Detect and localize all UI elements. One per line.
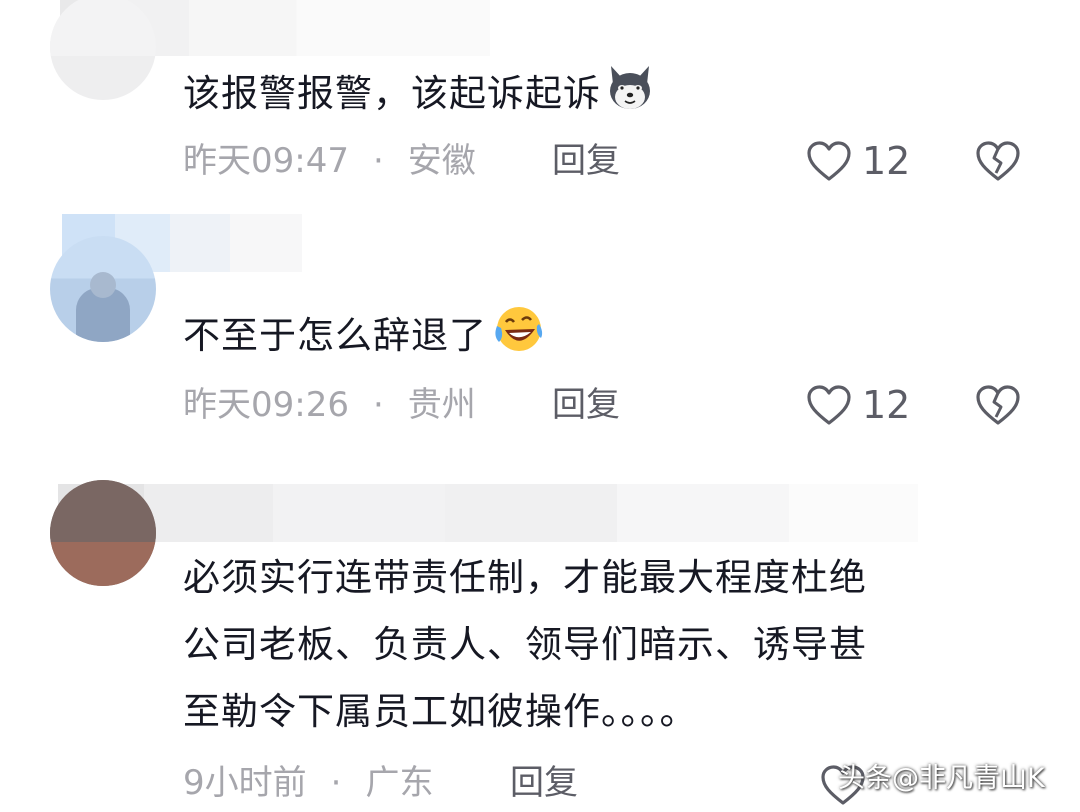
reply-button[interactable]: 回复 [552,380,620,430]
comment-meta: 昨天09:47 · 安徽 [183,136,476,186]
laughing-crying-emoji [491,304,545,375]
dislike-button[interactable] [975,384,1021,430]
watermark: 头条@非凡青山K [838,763,1045,794]
comment-item: 不至于怎么辞退了 昨天09:26 · 贵州 回复 12 [0,210,1080,450]
comment-text-line: 至勒令下属员工如彼操作。。。。 [183,690,698,733]
comment-text: 必须实行连带责任制，才能最大程度杜绝 公司老板、负责人、领导们暗示、诱导甚 至勒… [183,544,1023,745]
avatar[interactable] [50,480,156,586]
heart-outline-icon [806,140,852,182]
heart-outline-icon [806,384,852,426]
meta-separator: · [330,763,342,803]
comment-text: 该报警报警，该起诉起诉 [183,60,1023,133]
comment-text-line: 必须实行连带责任制，才能最大程度杜绝 [183,556,867,599]
comment-location: 安徽 [407,141,476,181]
comment-time: 昨天09:26 [183,385,349,425]
avatar[interactable] [50,236,156,342]
comment-meta: 昨天09:26 · 贵州 [183,380,476,430]
reply-button[interactable]: 回复 [510,758,578,808]
avatar[interactable] [50,0,156,100]
like-button[interactable]: 12 [806,380,910,430]
comment-item: 该报警报警，该起诉起诉 昨天09:47 · 安徽 回复 12 [0,0,1080,200]
meta-separator: · [372,385,384,425]
comment-location: 贵州 [407,385,476,425]
broken-heart-icon [975,385,1021,430]
broken-heart-icon [975,141,1021,186]
reply-button[interactable]: 回复 [552,136,620,186]
like-count: 12 [862,139,911,183]
meta-separator: · [372,141,384,181]
username-mosaic [58,484,918,542]
husky-dog-emoji [605,62,655,133]
comment-text-line: 公司老板、负责人、领导们暗示、诱导甚 [183,623,867,666]
dislike-button[interactable] [975,140,1021,186]
comment-text: 不至于怎么辞退了 [183,302,1023,375]
comment-location: 广东 [365,763,434,803]
comment-time: 昨天09:47 [183,141,349,181]
like-button[interactable]: 12 [806,136,910,186]
comment-time: 9小时前 [183,763,307,803]
comment-meta: 9小时前 · 广东 [183,758,433,808]
like-count: 12 [862,383,911,427]
